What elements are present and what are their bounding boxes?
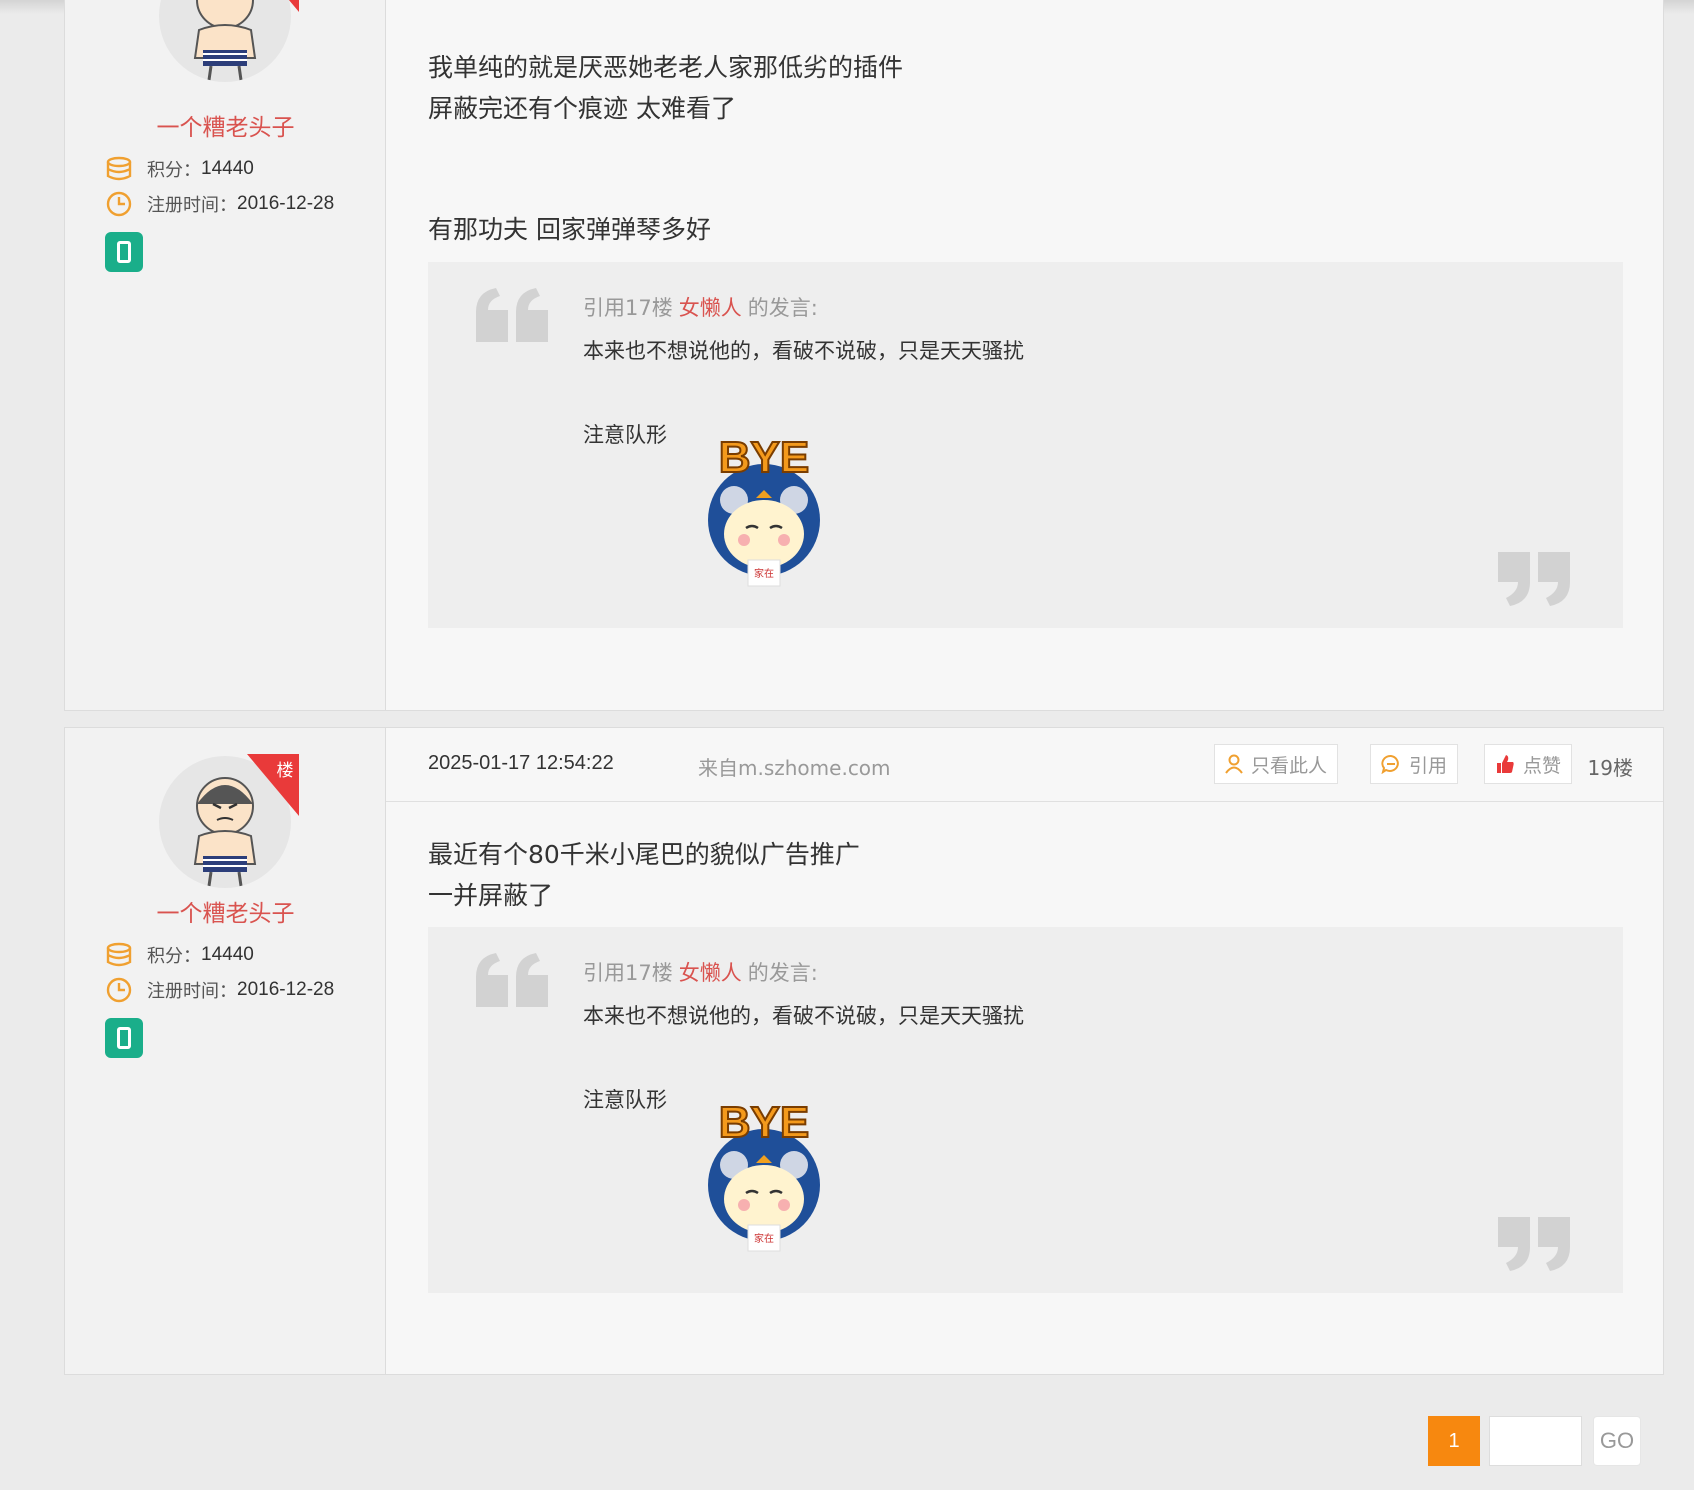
user-icon (1225, 754, 1243, 774)
floor-badge-icon (288, 0, 299, 12)
post-floor-18: 一个糟老头子 积分： 14440 注册时间： 2016-12-28 我单纯的就是… (64, 0, 1664, 711)
svg-text:家在: 家在 (754, 1232, 774, 1245)
quote-author[interactable]: 女懒人 (679, 961, 742, 985)
post-datetime: 2025-01-17 12:54:22 (428, 752, 614, 774)
quote-header: 引用17楼 女懒人 的发言: (583, 296, 818, 320)
quote-text: 本来也不想说他的，看破不说破，只是天天骚扰 (583, 339, 1024, 363)
quote-author[interactable]: 女懒人 (679, 296, 742, 320)
post-line: 屏蔽完还有个痕迹 太难看了 (428, 94, 736, 123)
bye-sticker-image: 家在 BYE (708, 1097, 820, 1252)
clock-icon (106, 191, 132, 217)
quote-block: 引用17楼 女懒人 的发言: 本来也不想说他的，看破不说破，只是天天骚扰 注意队形 … (428, 262, 1623, 628)
open-quote-icon (476, 953, 548, 1007)
quote-button[interactable]: 引用 (1370, 744, 1459, 784)
quote-block: 引用17楼 女懒人 的发言: 本来也不想说他的，看破不说破，只是天天骚扰 注意队形 … (428, 927, 1623, 1293)
only-this-user-button[interactable]: 只看此人 (1214, 744, 1339, 784)
quote-text: 注意队形 (583, 423, 667, 447)
post-line: 一并屏蔽了 (428, 881, 554, 910)
reg-date: 2016-12-28 (237, 193, 335, 214)
score-value: 14440 (201, 158, 254, 179)
close-quote-icon (1498, 1217, 1570, 1271)
quote-text: 本来也不想说他的，看破不说破，只是天天骚扰 (583, 1004, 1024, 1028)
coins-icon (106, 156, 132, 181)
user-panel: 一个糟老头子 积分： 14440 注册时间： 2016-12-28 (65, 0, 386, 710)
mobile-icon (105, 232, 143, 272)
post-line: 有那功夫 回家弹弹琴多好 (428, 215, 711, 244)
svg-text:BYE: BYE (719, 1098, 809, 1147)
post-content: 我单纯的就是厌恶她老老人家那低劣的插件 屏蔽完还有个痕迹 太难看了 有那功夫 回… (386, 0, 1663, 710)
post-content: 2025-01-17 12:54:22 来自m.szhome.com 只看此人 … (386, 728, 1663, 1374)
reg-row: 注册时间： 2016-12-28 (105, 975, 334, 1005)
username[interactable]: 一个糟老头子 (65, 894, 386, 928)
quote-text: 注意队形 (583, 1088, 667, 1112)
post-header: 2025-01-17 12:54:22 来自m.szhome.com 只看此人 … (386, 728, 1663, 802)
post-floor-19: 楼 一个糟老头子 积分： 14440 注册时间： 2016-12-28 2025… (64, 727, 1664, 1375)
score-row: 积分： 14440 (105, 940, 254, 970)
clock-icon (106, 977, 132, 1003)
svg-text:BYE: BYE (719, 433, 809, 482)
reg-date: 2016-12-28 (237, 979, 335, 1000)
user-panel: 楼 一个糟老头子 积分： 14440 注册时间： 2016-12-28 (65, 728, 386, 1374)
like-button[interactable]: 点赞 (1484, 744, 1573, 784)
page-jump-input[interactable] (1489, 1416, 1582, 1466)
go-button[interactable]: GO (1593, 1416, 1641, 1466)
svg-text:楼: 楼 (277, 761, 294, 781)
open-quote-icon (476, 288, 548, 342)
avatar[interactable] (159, 0, 291, 82)
svg-text:家在: 家在 (754, 567, 774, 580)
page-1-button[interactable]: 1 (1428, 1416, 1480, 1466)
comment-icon (1381, 755, 1399, 774)
score-value: 14440 (201, 944, 254, 965)
reg-row: 注册时间： 2016-12-28 (105, 189, 334, 219)
coins-icon (106, 942, 132, 967)
close-quote-icon (1498, 552, 1570, 606)
quote-header: 引用17楼 女懒人 的发言: (583, 961, 818, 985)
floor-badge-icon: 楼 (247, 754, 299, 816)
post-line: 我单纯的就是厌恶她老老人家那低劣的插件 (428, 53, 904, 82)
bye-sticker-image: 家在 BYE (708, 432, 820, 587)
username[interactable]: 一个糟老头子 (65, 108, 386, 142)
thumbs-up-icon (1497, 755, 1514, 773)
mobile-icon (105, 1018, 143, 1058)
post-source[interactable]: 来自m.szhome.com (698, 752, 891, 781)
score-row: 积分： 14440 (105, 154, 254, 184)
post-line: 最近有个80千米小尾巴的貌似广告推广 (428, 840, 860, 869)
floor-number: 19楼 (1587, 756, 1633, 780)
